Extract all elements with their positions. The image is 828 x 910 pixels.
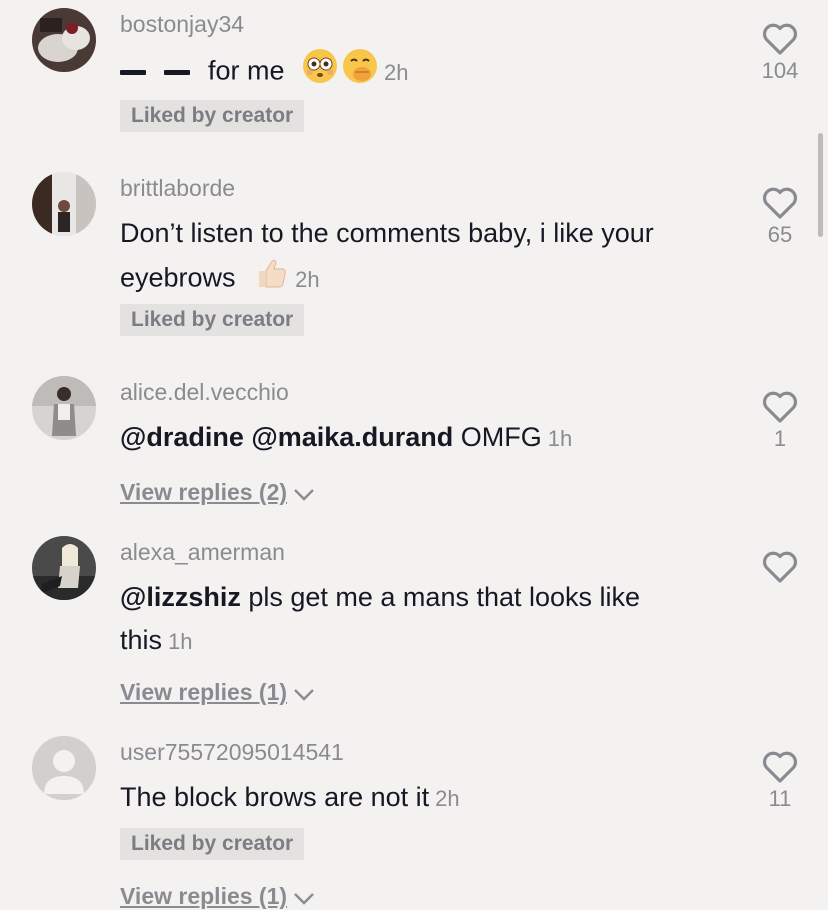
liked-by-creator-badge: Liked by creator bbox=[120, 304, 305, 336]
comment-text: @dradine @maika.durand OMFG 1h bbox=[120, 416, 720, 460]
comment-username[interactable]: user75572095014541 bbox=[120, 738, 344, 766]
comment-time: 1h bbox=[168, 629, 193, 654]
like-button[interactable]: 65 bbox=[748, 186, 812, 248]
flushed-face-icon bbox=[302, 48, 338, 97]
scrollbar[interactable] bbox=[818, 133, 823, 237]
heart-outline-icon[interactable] bbox=[762, 22, 798, 56]
thumbs-up-icon bbox=[253, 255, 289, 304]
avatar[interactable] bbox=[32, 8, 96, 72]
comment-time: 2h bbox=[384, 59, 409, 85]
dash-mark bbox=[164, 70, 190, 75]
comment-text-line: pls get me a mans that looks like bbox=[248, 582, 641, 612]
comment-time: 2h bbox=[295, 266, 320, 292]
comment-text-content: for me bbox=[208, 55, 285, 86]
comment-text: for me 2h bbox=[120, 48, 720, 97]
avatar[interactable] bbox=[32, 376, 96, 440]
chevron-down-icon bbox=[293, 680, 315, 708]
view-replies-label: View replies (1) bbox=[120, 883, 288, 909]
avatar[interactable] bbox=[32, 536, 96, 600]
mention-link[interactable]: @maika.durand bbox=[251, 422, 453, 452]
view-replies-button[interactable]: View replies (1) bbox=[120, 678, 315, 708]
view-replies-button[interactable]: View replies (1) bbox=[120, 882, 315, 910]
chevron-down-icon bbox=[293, 480, 315, 508]
comment-time: 2h bbox=[435, 786, 460, 811]
comment-text-content: The block brows are not it bbox=[120, 782, 430, 812]
avatar[interactable] bbox=[32, 172, 96, 236]
like-count: 11 bbox=[768, 786, 792, 811]
heart-outline-icon[interactable] bbox=[762, 186, 798, 220]
face-with-hand-over-mouth-icon bbox=[342, 48, 378, 97]
heart-outline-icon[interactable] bbox=[762, 390, 798, 424]
avatar[interactable] bbox=[32, 736, 96, 800]
liked-by-creator-badge: Liked by creator bbox=[120, 100, 305, 132]
comment-text: Don’t listen to the comments baby, i lik… bbox=[120, 212, 720, 304]
view-replies-button[interactable]: View replies (2) bbox=[120, 478, 315, 508]
view-replies-label: View replies (2) bbox=[120, 479, 288, 505]
comment-text-line: this bbox=[120, 625, 163, 655]
comment-text-line: eyebrows bbox=[120, 262, 236, 293]
liked-by-creator-badge: Liked by creator bbox=[120, 828, 305, 860]
heart-outline-icon[interactable] bbox=[762, 750, 798, 784]
comment-time: 1h bbox=[547, 426, 573, 451]
mention-link[interactable]: @dradine bbox=[120, 422, 244, 452]
view-replies-label: View replies (1) bbox=[120, 679, 288, 705]
heart-outline-icon[interactable] bbox=[762, 550, 798, 584]
comment-text-line: Don’t listen to the comments baby, i lik… bbox=[120, 218, 654, 248]
comment-username[interactable]: brittlaborde bbox=[120, 174, 235, 202]
dash-mark bbox=[120, 70, 146, 75]
like-count: 1 bbox=[773, 426, 787, 451]
like-button[interactable]: 1 bbox=[748, 390, 812, 452]
default-avatar-icon bbox=[32, 736, 96, 800]
comment-username[interactable]: alexa_amerman bbox=[120, 538, 285, 566]
comment-text: The block brows are not it 2h bbox=[120, 776, 720, 820]
like-button[interactable]: 11 bbox=[748, 750, 812, 812]
comment-username[interactable]: alice.del.vecchio bbox=[120, 378, 289, 406]
like-count: 104 bbox=[761, 58, 799, 83]
comment-list: bostonjay34 for me 2h Liked by creator 1… bbox=[0, 0, 828, 910]
chevron-down-icon bbox=[293, 884, 315, 910]
comment-username[interactable]: bostonjay34 bbox=[120, 10, 244, 38]
comment-text-content: OMFG bbox=[460, 422, 542, 452]
like-button[interactable]: 104 bbox=[748, 22, 812, 84]
comment-text: @lizzshiz pls get me a mans that looks l… bbox=[120, 576, 720, 663]
mention-link[interactable]: @lizzshiz bbox=[120, 582, 241, 612]
like-count: 65 bbox=[767, 222, 793, 247]
like-button[interactable] bbox=[748, 550, 812, 586]
